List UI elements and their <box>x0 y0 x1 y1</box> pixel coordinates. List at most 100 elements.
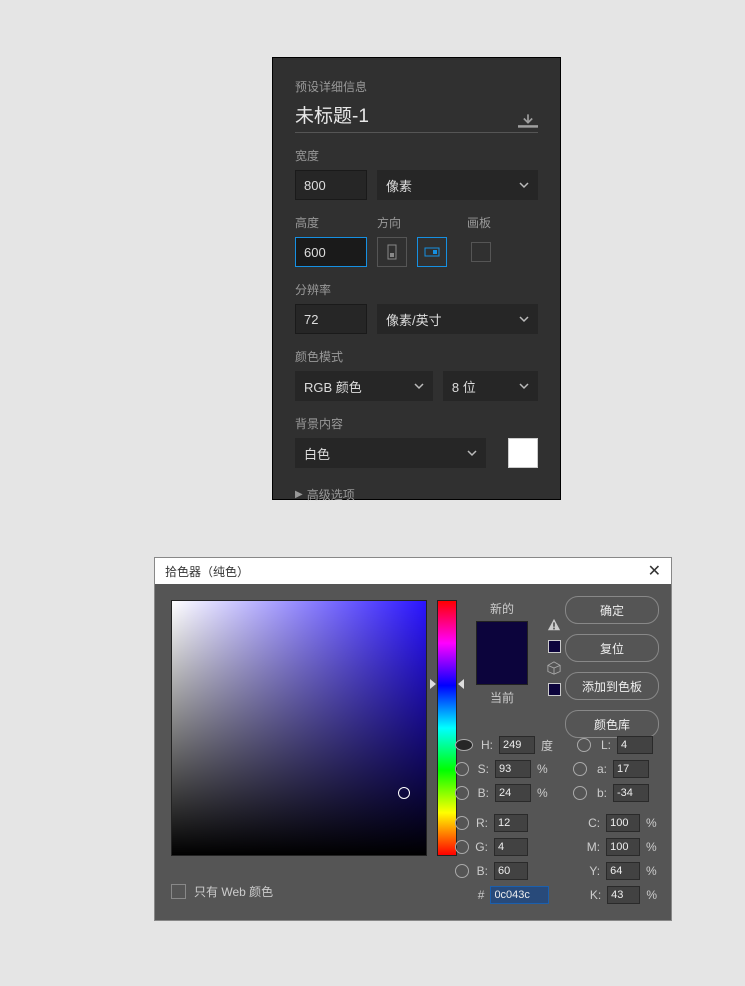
b-input[interactable]: -34 <box>613 784 649 802</box>
g-label: G: <box>475 840 488 854</box>
color-picker-dialog: 拾色器（纯色） ✕ 新的 当前 <box>154 557 672 921</box>
current-color-swatch[interactable] <box>477 653 527 684</box>
h-radio[interactable] <box>455 739 473 751</box>
web-colors-label: 只有 Web 颜色 <box>194 883 273 900</box>
width-unit-select[interactable]: 像素 <box>377 170 538 200</box>
bitdepth-value: 8 位 <box>452 377 476 396</box>
a-label: a: <box>593 762 607 776</box>
color-field[interactable] <box>171 600 427 856</box>
colormode-select[interactable]: RGB 颜色 <box>295 371 433 401</box>
web-colors-checkbox[interactable] <box>171 884 186 899</box>
bc-input[interactable]: 60 <box>494 862 528 880</box>
bv-input[interactable]: 24 <box>495 784 531 802</box>
chevron-down-icon <box>519 314 529 324</box>
m-unit: % <box>646 840 659 854</box>
resolution-unit-select[interactable]: 像素/英寸 <box>377 304 538 334</box>
hex-prefix: # <box>472 888 485 902</box>
chevron-down-icon <box>414 381 424 391</box>
k-input[interactable]: 43 <box>607 886 640 904</box>
background-select[interactable]: 白色 <box>295 438 486 468</box>
dialog-title: 拾色器（纯色） <box>165 563 249 580</box>
l-radio[interactable] <box>577 738 591 752</box>
s-radio[interactable] <box>455 762 469 776</box>
hex-input[interactable]: 0c043c <box>490 886 548 904</box>
h-unit: 度 <box>541 737 555 754</box>
bc-radio[interactable] <box>455 864 469 878</box>
c-unit: % <box>646 816 659 830</box>
background-swatch[interactable] <box>508 438 538 468</box>
hue-thumb-icon <box>458 679 464 689</box>
r-input[interactable]: 12 <box>494 814 528 832</box>
y-unit: % <box>646 864 659 878</box>
s-input[interactable]: 93 <box>495 760 531 778</box>
document-title-input[interactable]: 未标题-1 <box>295 101 369 128</box>
r-radio[interactable] <box>455 816 469 830</box>
background-value: 白色 <box>304 444 330 463</box>
b-radio[interactable] <box>573 786 587 800</box>
a-radio[interactable] <box>573 762 587 776</box>
dialog-titlebar: 拾色器（纯色） ✕ <box>155 558 671 584</box>
width-label: 宽度 <box>295 147 538 164</box>
preset-details-label: 预设详细信息 <box>295 78 538 95</box>
close-icon[interactable]: ✕ <box>648 561 661 581</box>
height-label: 高度 <box>295 214 377 231</box>
r-label: R: <box>475 816 488 830</box>
chevron-right-icon: ▶ <box>295 489 303 500</box>
color-preview <box>476 621 528 685</box>
h-label: H: <box>479 738 493 752</box>
websafe-swatch[interactable] <box>548 683 561 696</box>
reset-button[interactable]: 复位 <box>565 634 659 662</box>
chevron-down-icon <box>519 381 529 391</box>
bv-unit: % <box>537 786 551 800</box>
resolution-input[interactable]: 72 <box>295 304 367 334</box>
gamut-warning-swatch[interactable] <box>548 640 561 653</box>
width-input[interactable]: 800 <box>295 170 367 200</box>
current-color-label: 当前 <box>490 689 514 706</box>
g-radio[interactable] <box>455 840 469 854</box>
orientation-landscape-button[interactable] <box>417 237 447 267</box>
background-label: 背景内容 <box>295 415 538 432</box>
new-color-swatch <box>477 622 527 653</box>
s-label: S: <box>475 762 489 776</box>
artboard-label: 画板 <box>467 214 491 231</box>
artboard-checkbox[interactable] <box>471 242 491 262</box>
color-field-cursor <box>398 787 410 799</box>
advanced-options-toggle[interactable]: ▶ 高级选项 <box>295 486 538 503</box>
orientation-label: 方向 <box>377 214 467 231</box>
new-document-panel: 预设详细信息 未标题-1 宽度 800 像素 高度 方向 画板 600 <box>272 57 561 500</box>
bv-label: B: <box>475 786 489 800</box>
hue-slider[interactable] <box>437 600 457 856</box>
orientation-portrait-button[interactable] <box>377 237 407 267</box>
l-input[interactable]: 4 <box>617 736 653 754</box>
resolution-unit-value: 像素/英寸 <box>386 310 442 329</box>
cube-icon[interactable] <box>547 661 561 675</box>
c-input[interactable]: 100 <box>606 814 640 832</box>
hue-thumb-icon <box>430 679 436 689</box>
m-label: M: <box>585 840 600 854</box>
c-label: C: <box>585 816 600 830</box>
save-preset-icon[interactable] <box>518 114 538 128</box>
bv-radio[interactable] <box>455 786 469 800</box>
colormode-value: RGB 颜色 <box>304 377 362 396</box>
height-input[interactable]: 600 <box>295 237 367 267</box>
bitdepth-select[interactable]: 8 位 <box>443 371 538 401</box>
chevron-down-icon <box>519 180 529 190</box>
a-input[interactable]: 17 <box>613 760 649 778</box>
l-label: L: <box>597 738 611 752</box>
width-unit-value: 像素 <box>386 176 412 195</box>
colormode-label: 颜色模式 <box>295 348 538 365</box>
y-input[interactable]: 64 <box>606 862 640 880</box>
h-input[interactable]: 249 <box>499 736 535 754</box>
color-values-grid: H: 249 度 L: 4 S: 93 % a: 17 B: <box>455 732 659 906</box>
k-label: K: <box>587 888 601 902</box>
resolution-label: 分辨率 <box>295 281 538 298</box>
g-input[interactable]: 4 <box>494 838 528 856</box>
m-input[interactable]: 100 <box>606 838 640 856</box>
advanced-options-label: 高级选项 <box>307 486 355 503</box>
add-to-swatches-button[interactable]: 添加到色板 <box>565 672 659 700</box>
y-label: Y: <box>585 864 600 878</box>
chevron-down-icon <box>467 448 477 458</box>
bc-label: B: <box>475 864 488 878</box>
gamut-warning-icon[interactable] <box>547 618 561 632</box>
ok-button[interactable]: 确定 <box>565 596 659 624</box>
